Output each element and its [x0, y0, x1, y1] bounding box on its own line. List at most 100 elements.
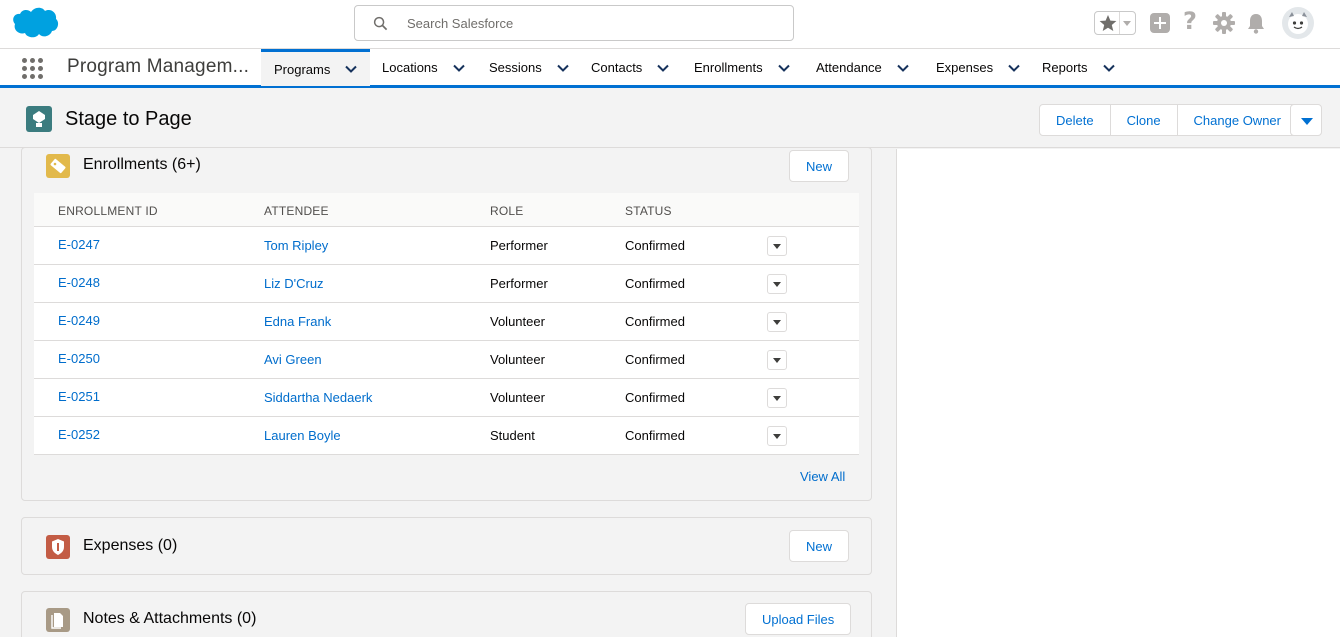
right-sidebar — [896, 149, 1340, 637]
attendee-link[interactable]: Avi Green — [264, 352, 322, 367]
shield-icon — [52, 539, 64, 555]
chevron-down-icon[interactable] — [896, 61, 910, 75]
chevron-down-icon[interactable] — [656, 61, 670, 75]
enrollment-id-link[interactable]: E-0251 — [58, 389, 100, 404]
attendee-link[interactable]: Edna Frank — [264, 314, 331, 329]
tab-sessions[interactable]: Sessions — [489, 49, 570, 86]
more-actions-dropdown-icon[interactable] — [1290, 104, 1322, 136]
attendee-link[interactable]: Siddartha Nedaerk — [264, 390, 372, 405]
table-header: ENROLLMENT ID ATTENDEE ROLE STATUS — [34, 193, 859, 227]
notes-attachments-card: Notes & Attachments (0) Upload Files — [21, 591, 872, 637]
chevron-down-icon[interactable] — [1102, 61, 1116, 75]
row-actions-dropdown-icon[interactable] — [767, 426, 787, 446]
role-cell: Performer — [490, 238, 548, 253]
enrollment-id-link[interactable]: E-0247 — [58, 237, 100, 252]
tab-label: Enrollments — [694, 60, 763, 75]
role-cell: Student — [490, 428, 535, 443]
divider — [1119, 12, 1120, 34]
new-enrollment-button[interactable]: New — [789, 150, 850, 182]
status-cell: Confirmed — [625, 276, 685, 291]
expenses-icon — [46, 535, 70, 559]
chevron-down-icon[interactable] — [1123, 21, 1131, 26]
upload-files-button[interactable]: Upload Files — [745, 603, 852, 635]
row-actions-dropdown-icon[interactable] — [767, 236, 787, 256]
status-cell: Confirmed — [625, 314, 685, 329]
app-name: Program Managem... — [67, 56, 250, 77]
attendee-link[interactable]: Lauren Boyle — [264, 428, 341, 443]
tab-locations[interactable]: Locations — [382, 49, 466, 86]
astro-avatar-icon — [1288, 12, 1308, 34]
tab-programs[interactable]: Programs — [261, 49, 370, 89]
search-input[interactable]: Search Salesforce — [407, 16, 513, 31]
delete-button[interactable]: Delete — [1039, 104, 1111, 136]
column-header-status[interactable]: STATUS — [625, 204, 672, 218]
help-icon[interactable]: ? — [1183, 8, 1197, 34]
table-row: E-0248 Liz D'Cruz Performer Confirmed — [34, 265, 859, 303]
column-header-enrollment-id[interactable]: ENROLLMENT ID — [58, 204, 158, 218]
table-row: E-0247 Tom Ripley Performer Confirmed — [34, 227, 859, 265]
bell-icon[interactable] — [1243, 10, 1269, 36]
enrollments-table: ENROLLMENT ID ATTENDEE ROLE STATUS E-024… — [34, 193, 859, 455]
table-row: E-0250 Avi Green Volunteer Confirmed — [34, 341, 859, 379]
tab-expenses[interactable]: Expenses — [936, 49, 1021, 86]
chevron-down-icon[interactable] — [556, 61, 570, 75]
program-icon — [33, 111, 45, 127]
tab-label: Reports — [1042, 60, 1088, 75]
expenses-title: Expenses (0) — [83, 537, 178, 554]
tab-enrollments[interactable]: Enrollments — [694, 49, 791, 86]
tab-label: Contacts — [591, 60, 643, 75]
tab-reports[interactable]: Reports — [1042, 49, 1116, 86]
enrollments-title: Enrollments (6+) — [83, 156, 201, 173]
file-icon — [51, 613, 63, 629]
ticket-icon — [50, 158, 66, 174]
role-cell: Volunteer — [490, 314, 545, 329]
status-cell: Confirmed — [625, 428, 685, 443]
new-expense-button[interactable]: New — [789, 530, 850, 562]
enrollment-id-link[interactable]: E-0249 — [58, 313, 100, 328]
tab-contacts[interactable]: Contacts — [591, 49, 670, 86]
notes-title: Notes & Attachments (0) — [83, 610, 257, 627]
global-search[interactable]: Search Salesforce — [354, 5, 794, 41]
table-row: E-0251 Siddartha Nedaerk Volunteer Confi… — [34, 379, 859, 417]
row-actions-dropdown-icon[interactable] — [767, 350, 787, 370]
table-row: E-0249 Edna Frank Volunteer Confirmed — [34, 303, 859, 341]
chevron-down-icon[interactable] — [452, 61, 466, 75]
role-cell: Performer — [490, 276, 548, 291]
enrollment-id-link[interactable]: E-0250 — [58, 351, 100, 366]
chevron-down-icon[interactable] — [344, 62, 358, 76]
column-header-attendee[interactable]: ATTENDEE — [264, 204, 329, 218]
salesforce-logo[interactable] — [11, 6, 59, 40]
avatar[interactable] — [1282, 7, 1314, 39]
favorites-button[interactable] — [1094, 11, 1136, 35]
chevron-down-icon[interactable] — [1007, 61, 1021, 75]
gear-icon[interactable] — [1211, 10, 1237, 36]
global-actions-plus-icon[interactable] — [1150, 13, 1170, 33]
tab-label: Sessions — [489, 60, 542, 75]
attendee-link[interactable]: Tom Ripley — [264, 238, 328, 253]
enrollment-id-link[interactable]: E-0252 — [58, 427, 100, 442]
row-actions-dropdown-icon[interactable] — [767, 388, 787, 408]
change-owner-button[interactable]: Change Owner — [1177, 104, 1298, 136]
search-icon — [373, 16, 388, 31]
status-cell: Confirmed — [625, 390, 685, 405]
view-all-link[interactable]: View All — [800, 469, 845, 484]
enrollments-card: Enrollments (6+) New ENROLLMENT ID ATTEN… — [21, 147, 872, 501]
enrollments-icon — [46, 154, 70, 178]
expenses-card: Expenses (0) New — [21, 517, 872, 575]
column-header-role[interactable]: ROLE — [490, 204, 523, 218]
row-actions-dropdown-icon[interactable] — [767, 312, 787, 332]
app-nav-bar: Program Managem... Programs Locations Se… — [0, 48, 1340, 89]
tab-attendance[interactable]: Attendance — [816, 49, 910, 86]
table-row: E-0252 Lauren Boyle Student Confirmed — [34, 417, 859, 455]
attendee-link[interactable]: Liz D'Cruz — [264, 276, 324, 291]
enrollment-id-link[interactable]: E-0248 — [58, 275, 100, 290]
record-header: Stage to Page Delete Clone Change Owner — [0, 88, 1340, 148]
tab-label: Attendance — [816, 60, 882, 75]
main-column: Enrollments (6+) New ENROLLMENT ID ATTEN… — [0, 147, 896, 637]
status-cell: Confirmed — [625, 352, 685, 367]
chevron-down-icon[interactable] — [777, 61, 791, 75]
row-actions-dropdown-icon[interactable] — [767, 274, 787, 294]
app-launcher-icon[interactable] — [22, 58, 44, 80]
status-cell: Confirmed — [625, 238, 685, 253]
clone-button[interactable]: Clone — [1110, 104, 1178, 136]
